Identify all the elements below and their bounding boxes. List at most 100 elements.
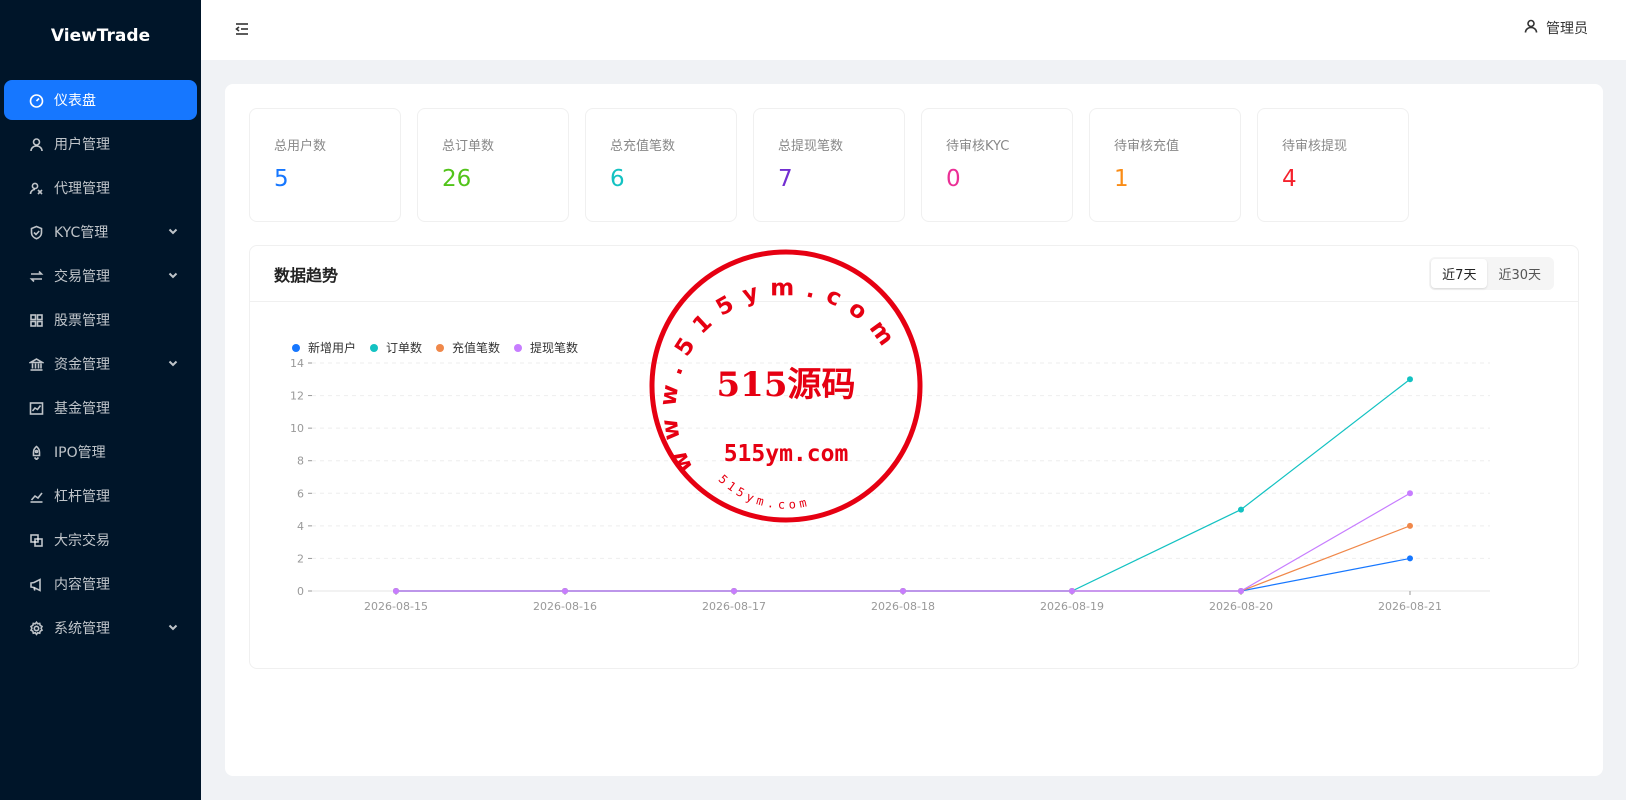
y-tick-label: 4 xyxy=(297,520,304,533)
chevron-down-icon xyxy=(167,225,179,237)
stat-value: 5 xyxy=(274,166,289,192)
sidebar-item-2[interactable]: 代理管理 xyxy=(4,168,197,208)
sidebar-item-10[interactable]: 大宗交易 xyxy=(4,520,197,560)
stat-title: 总充值笔数 xyxy=(610,139,676,154)
data-point xyxy=(1238,506,1244,513)
stat-card: 总充值笔数 6 xyxy=(585,108,737,222)
sidebar-item-label: 杠杆管理 xyxy=(54,489,110,505)
sidebar-item-label: 股票管理 xyxy=(54,313,110,329)
sidebar-item-5[interactable]: 股票管理 xyxy=(4,300,197,340)
sidebar-item-11[interactable]: 内容管理 xyxy=(4,564,197,604)
stat-card: 待审核KYC 0 xyxy=(921,108,1073,222)
y-tick-label: 6 xyxy=(297,487,304,500)
sidebar-item-label: 用户管理 xyxy=(54,137,110,153)
rocket-icon xyxy=(28,444,44,460)
data-point xyxy=(1407,490,1413,497)
sidebar-item-7[interactable]: 基金管理 xyxy=(4,388,197,428)
sidebar-item-label: KYC管理 xyxy=(54,225,109,241)
agent-icon xyxy=(28,180,44,196)
stat-value: 26 xyxy=(442,166,472,192)
main-content: 总用户数 5 总订单数 26 总充值笔数 6 总提现笔数 7 待审核KYC 0 待审核充值 1 待审核提… xyxy=(225,84,1603,776)
x-tick-label: 2026-08-19 xyxy=(1040,600,1104,613)
menu-fold-icon[interactable] xyxy=(233,20,251,38)
notification-icon xyxy=(28,576,44,592)
user-icon xyxy=(28,136,44,152)
x-tick-label: 2026-08-16 xyxy=(533,600,597,613)
series-line xyxy=(396,492,1411,592)
stock-chart-icon xyxy=(28,400,44,416)
stat-card: 总提现笔数 7 xyxy=(753,108,905,222)
sidebar-item-3[interactable]: KYC管理 xyxy=(4,212,197,252)
data-point xyxy=(393,588,399,594)
sidebar-item-label: 系统管理 xyxy=(54,621,110,637)
dashboard-icon xyxy=(28,92,44,108)
sidebar-item-0[interactable]: 仪表盘 xyxy=(4,80,197,120)
x-tick-label: 2026-08-15 xyxy=(364,600,428,613)
data-point xyxy=(900,588,906,594)
sidebar-item-label: 代理管理 xyxy=(54,181,110,197)
x-tick-label: 2026-08-18 xyxy=(871,600,935,613)
bank-icon xyxy=(28,356,44,372)
sidebar: ViewTrade 仪表盘用户管理代理管理 KYC管理交易管理股票管理资金管理基金… xyxy=(0,0,201,800)
stat-title: 总订单数 xyxy=(442,139,495,154)
sidebar-item-4[interactable]: 交易管理 xyxy=(4,256,197,296)
top-header: 管理员 xyxy=(201,0,1626,60)
stat-title: 总提现笔数 xyxy=(778,139,844,154)
sidebar-item-label: 内容管理 xyxy=(54,577,110,593)
data-point xyxy=(731,588,737,594)
line-chart-icon xyxy=(28,488,44,504)
sidebar-item-12[interactable]: 系统管理 xyxy=(4,608,197,648)
y-tick-label: 14 xyxy=(290,357,304,370)
data-point xyxy=(1238,588,1244,594)
block-icon xyxy=(28,532,44,548)
series-line xyxy=(396,557,1411,592)
stat-title: 总用户数 xyxy=(274,139,327,154)
sidebar-item-label: 交易管理 xyxy=(54,269,110,285)
trend-card: 数据趋势 近7天 近30天 新增用户 订单数 充值笔数 提现笔数 0 2 4 6 8 10 12 1… xyxy=(249,245,1579,669)
sidebar-item-9[interactable]: 杠杆管理 xyxy=(4,476,197,516)
stat-title: 待审核充值 xyxy=(1114,139,1180,154)
sidebar-menu: 仪表盘用户管理代理管理 KYC管理交易管理股票管理资金管理基金管理 IPO管理杠杆管… xyxy=(0,72,201,648)
chevron-down-icon xyxy=(167,269,179,281)
y-tick-label: 8 xyxy=(297,455,304,468)
chevron-down-icon xyxy=(167,621,179,633)
grid-icon xyxy=(28,312,44,328)
username: 管理员 xyxy=(1546,21,1588,37)
app-logo[interactable]: ViewTrade xyxy=(0,0,201,72)
settings-icon xyxy=(28,620,44,636)
stat-value: 6 xyxy=(610,166,625,192)
stat-card: 待审核充值 1 xyxy=(1089,108,1241,222)
sidebar-item-label: 基金管理 xyxy=(54,401,110,417)
data-point xyxy=(1069,588,1075,594)
data-point xyxy=(562,588,568,594)
data-point xyxy=(1407,555,1413,562)
chevron-down-icon xyxy=(167,357,179,369)
sidebar-item-1[interactable]: 用户管理 xyxy=(4,124,197,164)
shield-icon xyxy=(28,224,44,240)
sidebar-item-label: IPO管理 xyxy=(54,445,106,461)
user-menu[interactable]: 管理员 xyxy=(1524,18,1588,38)
y-tick-label: 0 xyxy=(297,585,304,598)
data-point xyxy=(1407,376,1413,383)
stat-card: 总用户数 5 xyxy=(249,108,401,222)
sidebar-item-6[interactable]: 资金管理 xyxy=(4,344,197,384)
trend-line-chart: 0 2 4 6 8 10 12 14 2026-08-15 2026-08-16 2026-08-1… xyxy=(290,357,1490,613)
y-tick-label: 10 xyxy=(290,422,304,435)
sidebar-item-label: 仪表盘 xyxy=(54,93,96,109)
sidebar-item-8[interactable]: IPO管理 xyxy=(4,432,197,472)
stat-value: 1 xyxy=(1114,166,1129,192)
stat-card: 待审核提现 4 xyxy=(1257,108,1409,222)
y-tick-label: 2 xyxy=(297,552,304,565)
user-icon xyxy=(1524,19,1546,37)
data-point xyxy=(1407,522,1413,529)
stat-value: 7 xyxy=(778,166,793,192)
stat-card: 总订单数 26 xyxy=(417,108,569,222)
y-tick-label: 12 xyxy=(290,390,304,403)
x-tick-label: 2026-08-21 xyxy=(1378,600,1442,613)
stat-title: 待审核KYC xyxy=(946,139,1010,154)
sidebar-item-label: 资金管理 xyxy=(54,357,110,373)
series-line xyxy=(396,378,1411,592)
sidebar-item-label: 大宗交易 xyxy=(54,533,110,549)
stat-title: 待审核提现 xyxy=(1282,139,1348,154)
stats-row: 总用户数 5 总订单数 26 总充值笔数 6 总提现笔数 7 待审核KYC 0 待审核充值 1 待审核提… xyxy=(249,108,1409,222)
